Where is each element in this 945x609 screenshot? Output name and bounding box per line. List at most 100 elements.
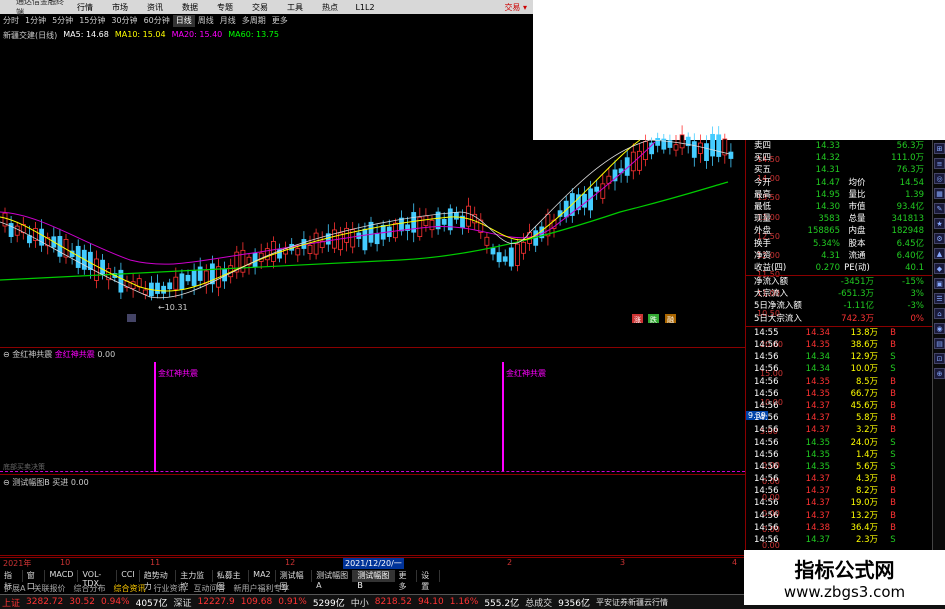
tick-side: B	[890, 388, 896, 399]
candlestick-chart[interactable]: ←10.31 涨 跌 融	[0, 42, 745, 348]
candle	[710, 133, 715, 157]
tab[interactable]: 主力监控	[176, 570, 213, 591]
period-tab[interactable]: 15分钟	[76, 15, 108, 27]
period-tab-active[interactable]: 日线	[172, 15, 195, 27]
info-tab[interactable]: 行业资讯	[149, 583, 189, 594]
period-tab[interactable]: 5分钟	[49, 15, 76, 27]
flow-pct: 0%	[910, 313, 925, 324]
toolbar-icon[interactable]: ✎	[934, 203, 945, 214]
tab[interactable]: 窗口	[23, 570, 46, 591]
quote-row: 最低 14.30 市值 93.4亿	[754, 201, 932, 213]
candle	[14, 225, 20, 236]
toolbar-icon[interactable]: ≡	[934, 158, 945, 169]
toolbar-icon[interactable]: ▣	[934, 278, 945, 289]
quote-right-value: 56.3万	[896, 141, 924, 151]
tab[interactable]: 私募主图	[213, 570, 250, 591]
toolbar-icon[interactable]: ⊕	[934, 368, 945, 379]
info-tab[interactable]: 关联报价	[29, 583, 69, 594]
news-ticker[interactable]: 平安证券新疆云行情	[596, 597, 668, 608]
menu-item-交易[interactable]: 交易	[247, 2, 273, 13]
quote-row: 换手 5.34% 股本 6.45亿	[754, 238, 932, 250]
tick-row: 14:56 14.38 36.4万 B	[754, 522, 932, 534]
period-tab[interactable]: 分时	[0, 15, 22, 27]
tab[interactable]: 测试幅图A	[312, 570, 354, 590]
flow-table: 净流入额 -3451万 -15% 大宗流入 -651.3万 3% 5日净流入额 -1.11亿 -…	[746, 276, 932, 325]
sz-index-pct: 0.91%	[278, 597, 307, 607]
toolbar-icon[interactable]: ◎	[934, 173, 945, 184]
tick-price: 14.34	[805, 364, 830, 375]
quote-row: 收益(四) 0.270 PE(动) 40.1	[754, 262, 932, 274]
menu-item-专题[interactable]: 专题	[212, 2, 238, 13]
toolbar-icon[interactable]: ◆	[934, 263, 945, 274]
tab[interactable]: VOL-TDX	[78, 570, 118, 588]
total-volume-value: 9356亿	[558, 598, 591, 609]
toolbar-icon[interactable]: ⊡	[934, 353, 945, 364]
period-tab[interactable]: 多周期	[239, 15, 269, 27]
info-tab[interactable]: 互动问答	[189, 583, 229, 594]
menu-item-l1l2[interactable]: L1L2	[352, 3, 378, 12]
toolbar-icon[interactable]: ⌂	[934, 308, 945, 319]
tab[interactable]: 设置	[417, 570, 440, 591]
collapse-icon[interactable]: ⊖	[3, 478, 10, 487]
toolbar-icon[interactable]: ★	[934, 218, 945, 229]
toolbar-icon[interactable]: ⚙	[934, 233, 945, 244]
collapse-icon[interactable]: ⊖	[3, 350, 10, 359]
period-tab[interactable]: 周线	[195, 15, 217, 27]
x-tick: 2	[507, 558, 513, 567]
quote-right-value: 93.4亿	[896, 201, 924, 212]
info-tab[interactable]: 综合资讯	[109, 583, 149, 594]
quote-right-value: 341813	[891, 214, 924, 225]
candle	[673, 144, 679, 151]
menu-item-工具[interactable]: 工具	[282, 2, 308, 13]
tick-time: 14:56	[754, 352, 779, 363]
x-tick: 3	[620, 558, 626, 567]
menu-item-市场[interactable]: 市场	[107, 2, 133, 13]
candle	[582, 193, 587, 208]
tab[interactable]: 趋势动力	[140, 570, 177, 591]
tick-side: S	[890, 364, 896, 375]
quote-mid-label: 总量	[848, 214, 866, 225]
period-tab[interactable]: 更多	[269, 15, 291, 27]
info-tab[interactable]: 综合分布	[69, 583, 109, 594]
toolbar-icon[interactable]: ▦	[934, 188, 945, 199]
tab[interactable]: CCI	[117, 570, 140, 582]
period-tab[interactable]: 1分钟	[22, 15, 49, 27]
trade-menu[interactable]: 交易 ▾	[504, 2, 533, 13]
candle	[728, 151, 734, 159]
tick-time: 14:56	[754, 486, 779, 497]
tick-volume: 1.4万	[855, 449, 878, 460]
indicator-pane-2[interactable]: ⊖ 测试幅图B 买进 0.00	[0, 476, 745, 556]
tick-side: B	[890, 327, 896, 338]
tab-active[interactable]: 测试幅图B	[353, 570, 395, 590]
quote-label: 买四	[754, 153, 772, 164]
tick-row: 14:56 14.35 24.0万 S	[754, 437, 932, 449]
toolbar-icon[interactable]: ⊞	[934, 143, 945, 154]
sh-index-pct: 0.94%	[101, 597, 130, 607]
tab[interactable]: 测试幅图	[276, 570, 313, 591]
tab[interactable]: 指标	[0, 570, 23, 591]
toolbar-icon[interactable]: ▲	[934, 248, 945, 259]
menu-item-行情[interactable]: 行情	[72, 2, 98, 13]
tab[interactable]: MACD	[45, 570, 79, 582]
quote-value: 14.30	[815, 201, 840, 212]
menu-item-资讯[interactable]: 资讯	[142, 2, 168, 13]
stock-label: 新疆交建(日线)	[3, 31, 58, 40]
menu-item-热点[interactable]: 热点	[317, 2, 343, 13]
indicator-pane-1[interactable]: ⊖ 金红神共震 金红神共震 0.00 金红神共震 金红神共震 底部买卖决策	[0, 348, 745, 475]
period-tab[interactable]: 30分钟	[108, 15, 140, 27]
tick-volume: 13.8万	[850, 327, 878, 338]
period-tab[interactable]: 60分钟	[141, 15, 173, 27]
tick-row: 14:55 14.34 13.8万 B	[754, 327, 932, 339]
info-tab[interactable]: 新用户福利专享	[229, 583, 293, 594]
tab[interactable]: MA2	[249, 570, 276, 582]
quote-label: 外盘	[754, 226, 772, 237]
tab[interactable]: 更多	[395, 570, 418, 591]
toolbar-icon[interactable]: ▤	[934, 338, 945, 349]
quote-mid-label	[840, 152, 874, 164]
info-tab[interactable]: 扩展A	[0, 583, 29, 594]
menu-item-数据[interactable]: 数据	[177, 2, 203, 13]
candle	[655, 138, 661, 146]
toolbar-icon[interactable]: ◉	[934, 323, 945, 334]
toolbar-icon[interactable]: ☰	[934, 293, 945, 304]
period-tab[interactable]: 月线	[217, 15, 239, 27]
